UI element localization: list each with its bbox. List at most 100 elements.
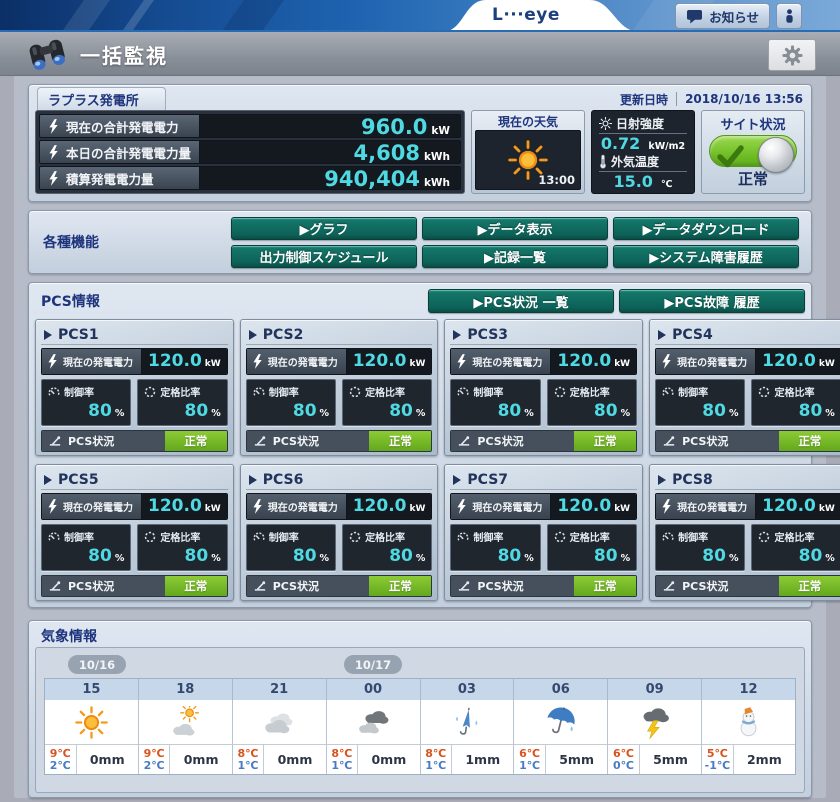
pcs-power-label-text: 現在の発電電力 bbox=[268, 354, 338, 369]
weather-temp-high: 5℃ bbox=[707, 748, 728, 760]
pcs-status-badge: 正常 bbox=[779, 576, 840, 596]
pcs-status-row: PCS状況正常 bbox=[246, 575, 433, 597]
pcs-card-pcs8[interactable]: PCS8現在の発電電力120.0kW制御率80%定格比率80%PCS状況正常 bbox=[649, 464, 840, 601]
pcs-rated-box-label-text: 定格比率 bbox=[160, 529, 200, 544]
weather-temp-low: 2℃ bbox=[50, 760, 71, 772]
pcs-rated-box-value: 80% bbox=[144, 546, 220, 566]
pcs-card-header: PCS5 bbox=[41, 470, 228, 490]
pcs-control-box-number: 80 bbox=[498, 401, 522, 421]
pcs-fault-history-button[interactable]: ▶PCS故障 履歴 bbox=[619, 289, 805, 313]
pcs-rated-box-value: 80% bbox=[144, 401, 220, 421]
gauge-icon bbox=[48, 531, 60, 543]
pcs-control-box-label-text: 制御率 bbox=[678, 384, 708, 399]
weather-temp-high: 6℃ bbox=[519, 748, 540, 760]
pcs-card-header: PCS4 bbox=[655, 325, 840, 345]
switch-icon bbox=[662, 580, 676, 592]
pcs-control-box-label: 制御率 bbox=[253, 529, 329, 544]
pcs-power-label-text: 現在の発電電力 bbox=[472, 499, 542, 514]
pcs-control-box: 制御率80% bbox=[450, 379, 540, 426]
notice-button[interactable]: お知らせ bbox=[675, 3, 770, 29]
weather-precip: 0mm bbox=[77, 745, 138, 774]
pcs-status-label: PCS状況 bbox=[451, 431, 574, 451]
settings-button[interactable] bbox=[768, 39, 816, 71]
arrow-icon bbox=[44, 475, 52, 485]
pcs-status-badge: 正常 bbox=[369, 431, 431, 451]
pcs-card-pcs1[interactable]: PCS1現在の発電電力120.0kW制御率80%定格比率80%PCS状況正常 bbox=[35, 319, 234, 456]
pcs-rated-box: 定格比率80% bbox=[547, 379, 637, 426]
pcs-rated-box-unit: % bbox=[621, 408, 631, 419]
switch-icon bbox=[457, 580, 471, 592]
site-status-toggle[interactable] bbox=[709, 135, 797, 167]
pcs-status-list-button[interactable]: ▶PCS状況 一覧 bbox=[428, 289, 614, 313]
pcs-rated-box-unit: % bbox=[825, 553, 835, 564]
pcs-control-box-label-text: 制御率 bbox=[64, 384, 94, 399]
weather-icon-cell bbox=[608, 700, 702, 744]
pcs-card-pcs2[interactable]: PCS2現在の発電電力120.0kW制御率80%定格比率80%PCS状況正常 bbox=[240, 319, 439, 456]
weather-value-cell: 8℃1℃0mm bbox=[327, 744, 421, 774]
pcs-control-box: 制御率80% bbox=[655, 379, 745, 426]
pcs-rated-box-label: 定格比率 bbox=[758, 529, 834, 544]
weather-temp-low: 1℃ bbox=[238, 760, 259, 772]
weather-value-cell: 5℃-1℃2mm bbox=[702, 744, 795, 774]
pcs-rated-box-number: 80 bbox=[389, 546, 413, 566]
pcs-power-label: 現在の発電電力 bbox=[42, 349, 142, 374]
pcs-ratio-row: 制御率80% 定格比率 80% bbox=[41, 524, 228, 571]
small-sun-icon bbox=[599, 117, 612, 130]
pcs-card-pcs7[interactable]: PCS7現在の発電電力120.0kW制御率80%定格比率80%PCS状況正常 bbox=[444, 464, 643, 601]
pcs-card-pcs4[interactable]: PCS4現在の発電電力120.0kW制御率80%定格比率80%PCS状況正常 bbox=[649, 319, 840, 456]
pcs-power-number: 120.0 bbox=[557, 349, 611, 374]
weather-temps: 9℃2℃ bbox=[45, 745, 77, 774]
function-button-2[interactable]: ▶データ表示 bbox=[422, 217, 608, 240]
pcs-power-label: 現在の発電電力 bbox=[656, 494, 756, 519]
metric-label: 積算発電電力量 bbox=[40, 167, 200, 189]
temperature-label-row: 外気温度 bbox=[599, 153, 687, 172]
pcs-card-name: PCS1 bbox=[58, 327, 99, 343]
banner-decoration bbox=[109, 0, 161, 32]
pcs-card-pcs5[interactable]: PCS5現在の発電電力120.0kW制御率80%定格比率80%PCS状況正常 bbox=[35, 464, 234, 601]
pcs-rated-box: 定格比率 80% bbox=[137, 524, 227, 571]
umbrella-rain-icon bbox=[544, 705, 578, 739]
weather-hours-row: 1518210003060912 bbox=[45, 679, 795, 700]
weather-temp-low: 1℃ bbox=[519, 760, 540, 772]
function-button-5[interactable]: ▶記録一覧 bbox=[422, 245, 608, 268]
bolt-icon bbox=[48, 171, 59, 186]
pcs-power-label: 現在の発電電力 bbox=[247, 494, 347, 519]
pcs-status-label-text: PCS状況 bbox=[682, 433, 728, 449]
pcs-status-label: PCS状況 bbox=[656, 431, 779, 451]
binoculars-icon bbox=[28, 39, 68, 71]
pcs-power-unit: kW bbox=[205, 504, 221, 514]
weather-precip: 2mm bbox=[734, 745, 795, 774]
function-button-6[interactable]: ▶システム障害履歴 bbox=[613, 245, 799, 268]
banner-decoration bbox=[209, 0, 291, 32]
pcs-control-box-unit: % bbox=[524, 408, 534, 419]
pcs-card-header: PCS6 bbox=[246, 470, 433, 490]
arrow-icon bbox=[658, 330, 666, 340]
pcs-card-pcs6[interactable]: PCS6現在の発電電力120.0kW制御率80%定格比率80%PCS状況正常 bbox=[240, 464, 439, 601]
pcs-control-box-label: 制御率 bbox=[253, 384, 329, 399]
function-button-1[interactable]: ▶グラフ bbox=[231, 217, 417, 240]
dashed-circle-icon bbox=[554, 531, 566, 543]
function-button-4[interactable]: 出力制御スケジュール bbox=[231, 245, 417, 268]
pcs-control-box-value: 80% bbox=[48, 546, 124, 566]
temperature-unit: ℃ bbox=[661, 179, 673, 190]
pcs-control-box: 制御率80% bbox=[41, 524, 131, 571]
arrow-icon bbox=[44, 330, 52, 340]
pcs-control-box-label-text: 制御率 bbox=[269, 529, 299, 544]
pcs-ratio-row: 制御率80%定格比率80% bbox=[246, 524, 433, 571]
pcs-power-number: 120.0 bbox=[762, 349, 816, 374]
gauge-icon bbox=[662, 386, 674, 398]
pcs-rated-box: 定格比率80% bbox=[342, 379, 432, 426]
pcs-power-value: 120.0kW bbox=[347, 349, 432, 374]
gauge-icon bbox=[662, 531, 674, 543]
pcs-control-box: 制御率80% bbox=[41, 379, 131, 426]
account-button[interactable] bbox=[776, 3, 802, 29]
bolt-icon bbox=[661, 354, 672, 369]
pcs-power-label: 現在の発電電力 bbox=[247, 349, 347, 374]
function-button-3[interactable]: ▶データダウンロード bbox=[613, 217, 799, 240]
pcs-ratio-row: 制御率80%定格比率80% bbox=[450, 379, 637, 426]
pcs-rated-box-label: 定格比率 bbox=[144, 384, 220, 399]
pcs-power-value: 120.0kW bbox=[142, 494, 227, 519]
pcs-control-box-label: 制御率 bbox=[48, 384, 124, 399]
pcs-card-pcs3[interactable]: PCS3現在の発電電力120.0kW制御率80%定格比率80%PCS状況正常 bbox=[444, 319, 643, 456]
bolt-icon bbox=[48, 119, 59, 134]
